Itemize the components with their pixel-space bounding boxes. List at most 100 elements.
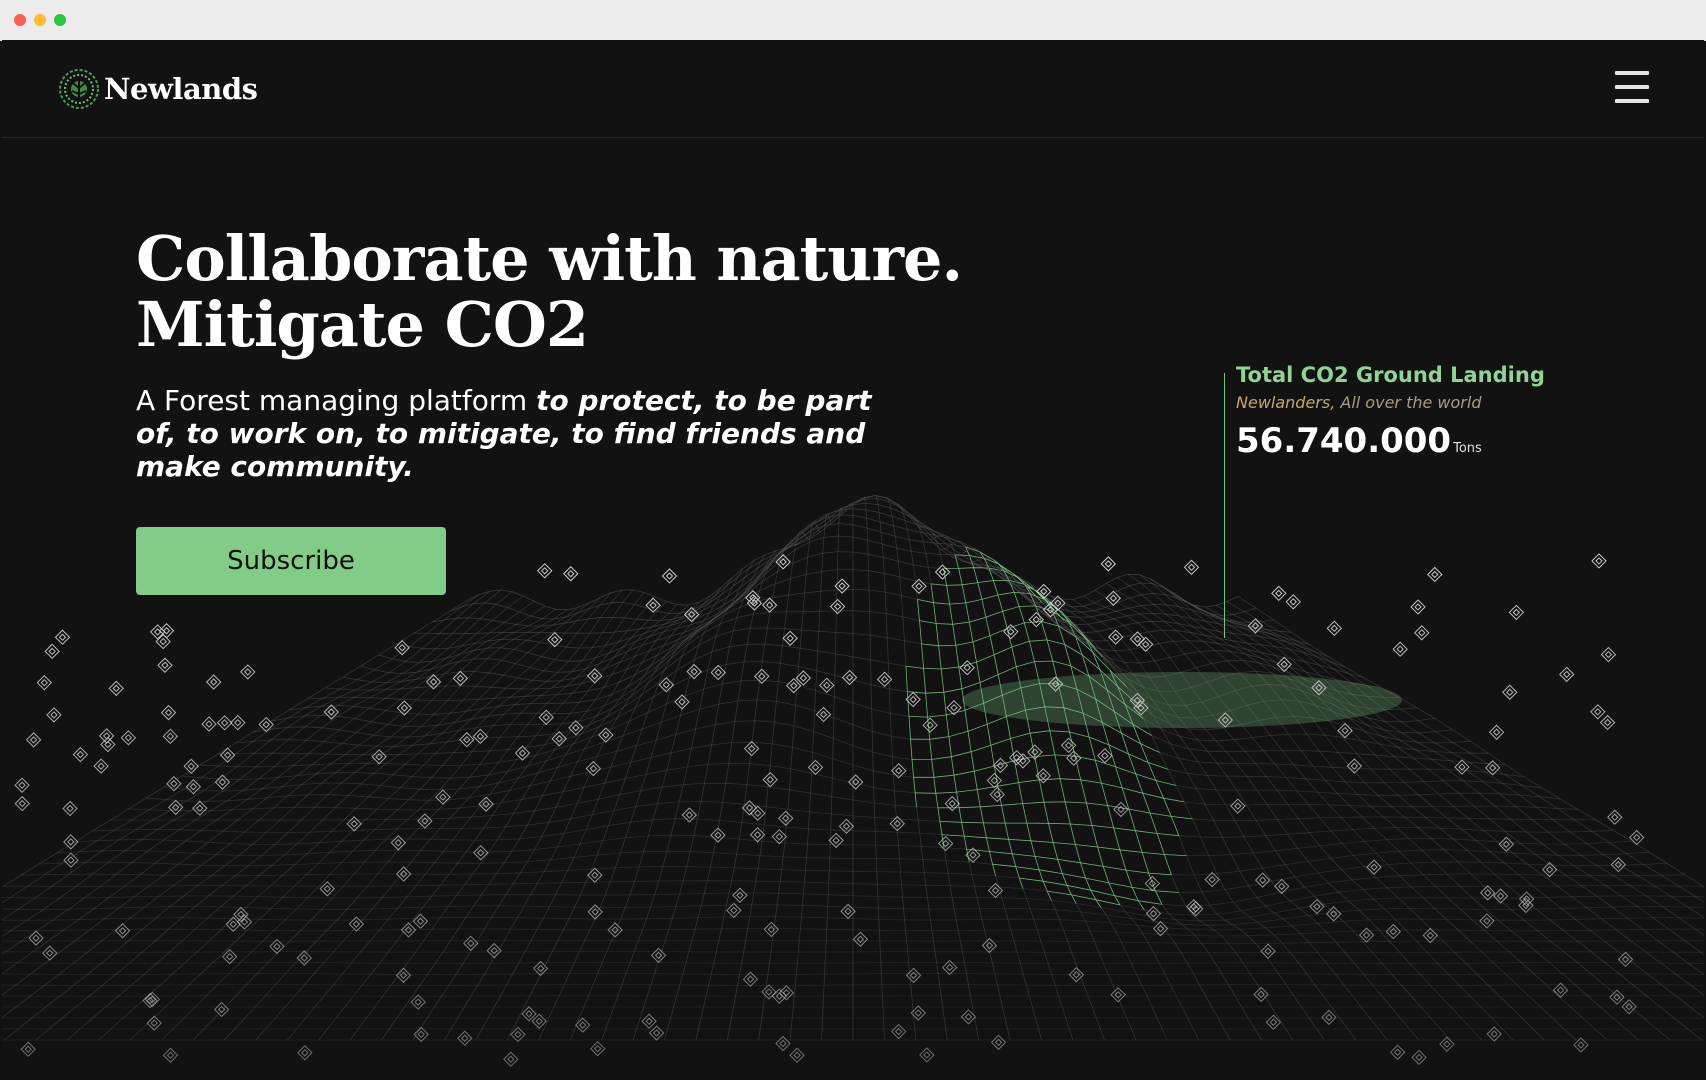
stat-unit: Tons	[1453, 441, 1482, 456]
diamond-marker-icon	[686, 663, 702, 680]
terrain-mesh-line	[939, 821, 1179, 837]
diamond-marker-icon	[987, 882, 1004, 899]
diamond-marker-icon	[959, 659, 975, 676]
terrain-mesh-line	[1061, 599, 1451, 1041]
terrain-mesh-line	[1178, 861, 1668, 893]
minimize-window-button[interactable]	[34, 14, 46, 26]
terrain-mesh-line	[1171, 874, 1294, 1041]
diamond-marker-icon	[1559, 666, 1575, 683]
hero-title-line2: Mitigate CO2	[136, 288, 589, 361]
diamond-marker-icon	[473, 844, 489, 861]
diamond-marker-icon	[14, 777, 30, 793]
diamond-marker-icon	[761, 597, 778, 613]
diamond-marker-icon	[1230, 798, 1246, 814]
diamond-marker-icon	[661, 568, 678, 584]
subscribe-button[interactable]: Subscribe	[136, 527, 446, 595]
diamond-marker-icon	[934, 564, 951, 580]
diamond-marker-icon	[1488, 724, 1505, 740]
diamond-marker-icon	[1414, 625, 1430, 641]
diamond-marker-icon	[1366, 859, 1382, 875]
diamond-marker-icon	[587, 867, 603, 883]
diamond-marker-icon	[1609, 989, 1625, 1005]
diamond-marker-icon	[1260, 943, 1276, 959]
terrain-mesh-line	[1178, 835, 1325, 1041]
diamond-marker-icon	[20, 1041, 36, 1057]
diamond-marker-icon	[1617, 951, 1634, 968]
terrain-mesh-line	[930, 583, 970, 863]
diamond-marker-icon	[838, 818, 855, 834]
stat-subtitle-rest: All over the world	[1335, 393, 1482, 412]
diamond-marker-icon	[726, 902, 742, 919]
diamond-marker-icon	[1285, 594, 1301, 610]
terrain-mesh-line	[1171, 592, 1704, 996]
diamond-marker-icon	[771, 828, 788, 845]
diamond-marker-icon	[346, 816, 362, 832]
terrain-mesh-line	[1192, 816, 1596, 822]
terrain-mesh-line	[1161, 904, 1262, 1041]
diamond-marker-icon	[108, 680, 124, 697]
terrain-mesh-line	[995, 875, 1042, 1041]
terrain-mesh-line	[905, 666, 917, 807]
landing-page: Newlands Collaborate with nature. Mitiga…	[2, 40, 1704, 1080]
diamond-marker-icon	[778, 810, 794, 826]
diamond-marker-icon	[1321, 1009, 1337, 1026]
diamond-marker-icon	[807, 759, 824, 776]
diamond-marker-icon	[390, 835, 406, 851]
terrain-mesh-line	[3, 880, 1048, 892]
diamond-marker-icon	[452, 670, 469, 687]
logo-link[interactable]: Newlands	[58, 68, 258, 110]
maximize-window-button[interactable]	[54, 14, 66, 26]
diamond-marker-icon	[54, 629, 71, 645]
terrain-mesh-line	[360, 523, 966, 674]
diamond-marker-icon	[782, 630, 798, 646]
diamond-marker-icon	[213, 1001, 230, 1018]
terrain-mesh-line	[821, 507, 843, 1041]
diamond-marker-icon	[183, 758, 199, 774]
diamond-marker-icon	[681, 807, 698, 823]
terrain-mesh-line	[92, 801, 940, 833]
diamond-marker-icon	[1392, 641, 1408, 657]
diamond-marker-icon	[1389, 1044, 1406, 1060]
close-window-button[interactable]	[14, 14, 26, 26]
hamburger-menu-icon[interactable]	[1614, 69, 1650, 105]
diamond-marker-icon	[852, 931, 869, 947]
diamond-marker-icon	[28, 930, 44, 946]
terrain-mesh-line	[1149, 578, 1702, 1041]
diamond-marker-icon	[1600, 646, 1617, 663]
terrain-mesh-line	[4, 608, 557, 1041]
diamond-marker-icon	[1385, 923, 1402, 940]
diamond-marker-icon	[1410, 599, 1426, 615]
diamond-marker-icon	[905, 967, 922, 984]
diamond-marker-icon	[575, 1017, 591, 1033]
diamond-marker-icon	[1610, 856, 1627, 873]
terrain-mesh-line	[1116, 577, 1608, 1041]
brand-name: Newlands	[104, 72, 258, 106]
diamond-marker-icon	[457, 1030, 473, 1046]
diamond-marker-icon	[1591, 553, 1607, 569]
diamond-marker-icon	[1097, 747, 1113, 764]
hero-subtitle-plain: A Forest managing platform	[136, 384, 537, 417]
diamond-marker-icon	[36, 674, 53, 691]
terrain-mesh-line	[1019, 877, 1163, 905]
terrain-mesh-line	[128, 762, 916, 812]
diamond-marker-icon	[1599, 714, 1616, 731]
diamond-marker-icon	[989, 786, 1005, 803]
diamond-marker-icon	[62, 800, 78, 817]
diamond-marker-icon	[1326, 620, 1343, 637]
browser-titlebar	[0, 0, 1706, 41]
marker-field	[14, 553, 1645, 1067]
diamond-marker-icon	[1607, 809, 1623, 825]
diamond-marker-icon	[160, 704, 177, 721]
terrain-mesh-line	[954, 554, 1043, 604]
diamond-marker-icon	[829, 598, 846, 615]
diamond-marker-icon	[1502, 684, 1518, 700]
diamond-marker-icon	[585, 760, 602, 777]
diamond-marker-icon	[531, 1013, 547, 1029]
diamond-marker-icon	[750, 805, 766, 821]
stat-value: 56.740.000 Tons	[1236, 421, 1482, 461]
diamond-marker-icon	[162, 1047, 179, 1063]
diamond-marker-icon	[1152, 920, 1169, 937]
diamond-marker-icon	[775, 1035, 791, 1052]
terrain-mesh-line	[1159, 752, 1525, 778]
diamond-marker-icon	[815, 706, 832, 723]
